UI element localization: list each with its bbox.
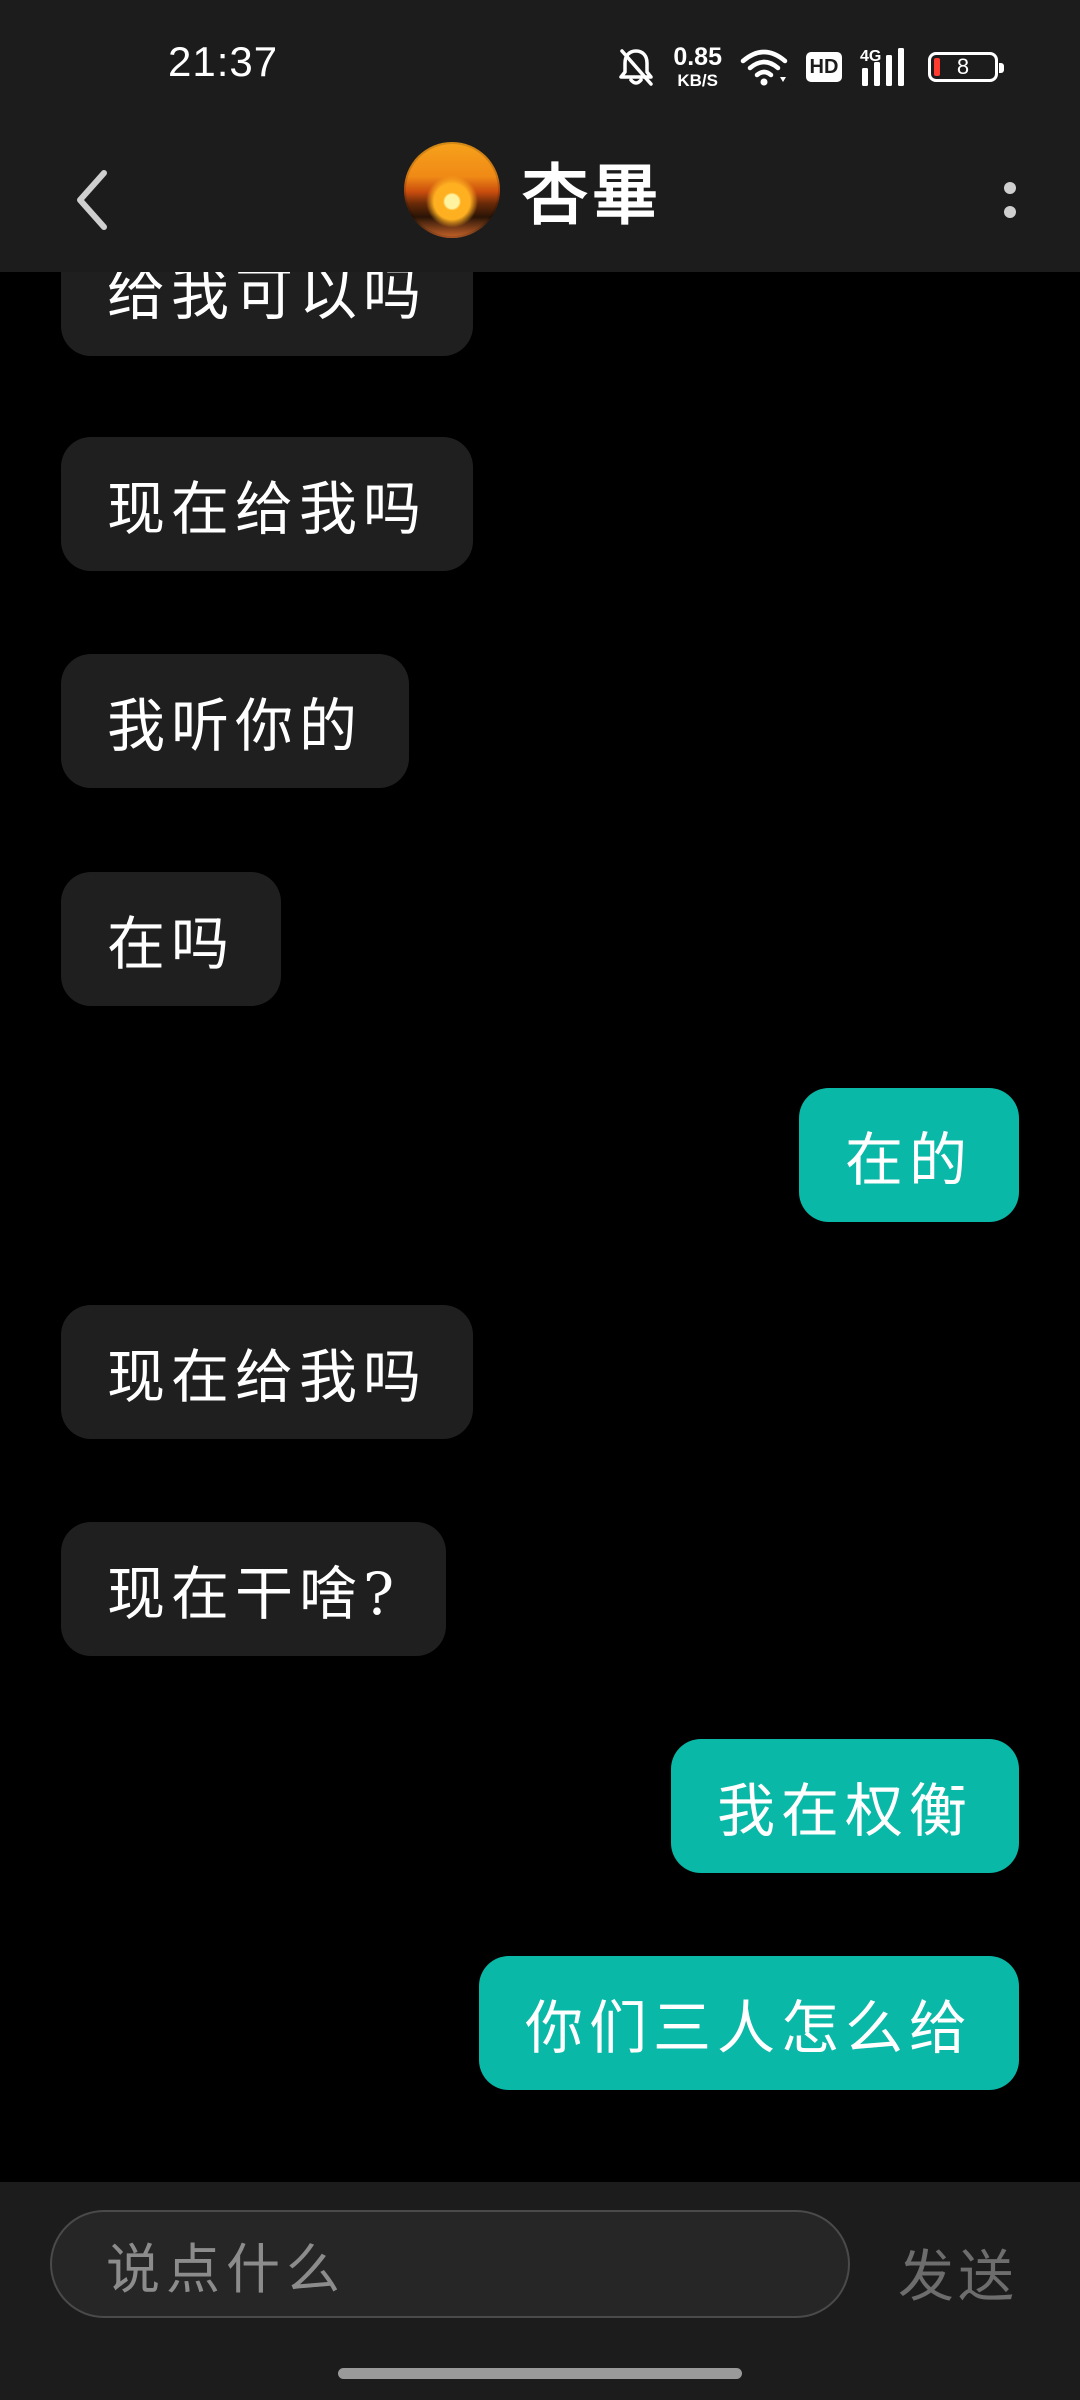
battery-fill [934,58,940,76]
bell-muted-icon [617,47,655,87]
top-bar: 21:37 0.85 KB/S HD 4G 8 杏畢 [0,0,1080,272]
chevron-left-icon [77,170,107,230]
message-bubble-incoming[interactable]: 现在给我吗 [61,1305,474,1439]
chat-header: 杏畢 [0,130,1080,272]
message-bubble-incoming[interactable]: 我听你的 [61,654,410,788]
net-speed-unit: KB/S [677,71,718,90]
message-bubble-incoming[interactable]: 现在干啥? [61,1522,447,1656]
message-input[interactable]: 说点什么 [50,2210,850,2318]
battery-level: 8 [956,54,970,79]
signal-4g-icon: 4G [860,46,910,88]
status-icons: 0.85 KB/S HD 4G 8 [617,42,1004,92]
contact-name: 杏畢 [522,156,662,234]
battery-icon: 8 [928,52,1004,82]
message-bubble-incoming[interactable]: 在吗 [61,872,282,1006]
net-speed-value: 0.85 [673,43,722,71]
more-dot [1004,206,1016,218]
more-vertical-icon[interactable] [980,160,1040,240]
input-bar: 说点什么 发送 [0,2182,1080,2400]
message-bubble-incoming[interactable]: 给我可以吗 [61,272,474,356]
wifi-icon [740,47,788,87]
net-speed: 0.85 KB/S [673,43,722,90]
avatar[interactable] [404,142,500,238]
status-time: 21:37 [168,38,279,85]
more-dot [1004,182,1016,194]
message-bubble-incoming[interactable]: 现在给我吗 [61,437,474,571]
message-bubble-outgoing[interactable]: 在的 [798,1088,1019,1222]
back-button[interactable] [52,150,132,250]
message-bubble-outgoing[interactable]: 你们三人怎么给 [478,1956,1019,2090]
contact-info[interactable]: 杏畢 [404,142,662,238]
home-indicator[interactable] [338,2368,742,2379]
send-button[interactable]: 发送 [898,2232,1018,2313]
status-bar: 21:37 0.85 KB/S HD 4G 8 [0,0,1080,130]
hd-icon: HD [806,52,842,82]
chat-screen: 21:37 0.85 KB/S HD 4G 8 杏畢 给我可以吗 现在给我吗 我… [0,0,1080,2400]
message-bubble-outgoing[interactable]: 我在权衡 [670,1739,1019,1873]
message-list[interactable]: 给我可以吗 现在给我吗 我听你的 在吗 在的 现在给我吗 现在干啥? 我在权衡 … [0,272,1080,2182]
